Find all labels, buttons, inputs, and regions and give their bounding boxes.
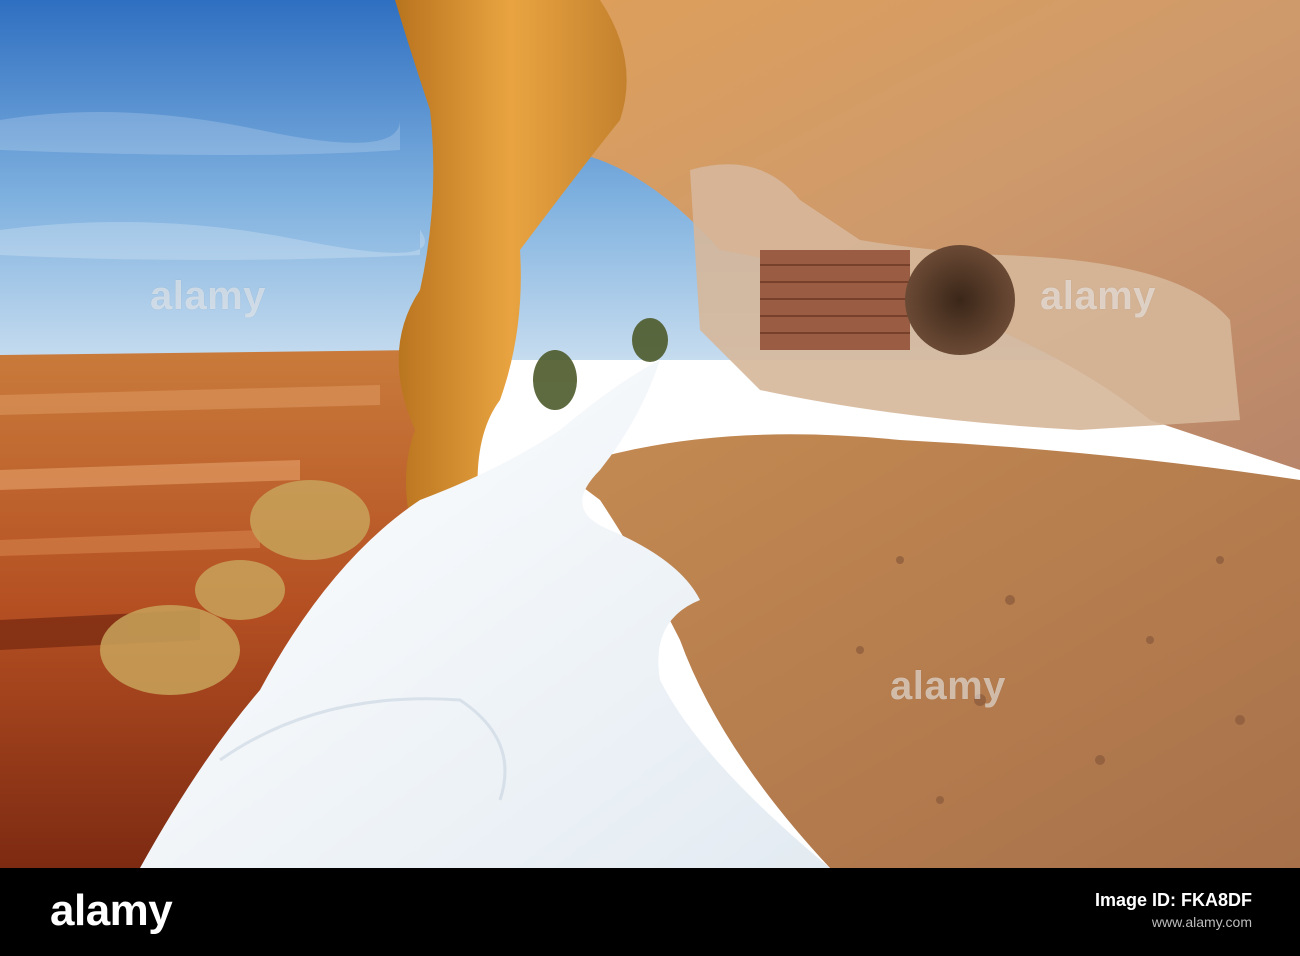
watermark-bottom: alamy (890, 664, 1006, 708)
canyon-arch-photo: alamy alamy alamy (0, 0, 1300, 868)
footer-bar: alamy Image ID: FKA8DF www.alamy.com (0, 868, 1300, 956)
watermark-left: alamy (150, 274, 266, 318)
stock-photo-frame: alamy alamy alamy alamy Image ID: FKA8DF… (0, 0, 1300, 956)
watermark-right: alamy (1040, 274, 1156, 318)
footer-info: Image ID: FKA8DF www.alamy.com (832, 888, 1252, 936)
image-id: Image ID: FKA8DF (1094, 890, 1252, 910)
cave-opening (905, 245, 1015, 355)
alamy-logo[interactable]: alamy (50, 886, 173, 936)
photo-illustration (0, 0, 1300, 868)
site-url[interactable]: www.alamy.com (832, 912, 1252, 932)
